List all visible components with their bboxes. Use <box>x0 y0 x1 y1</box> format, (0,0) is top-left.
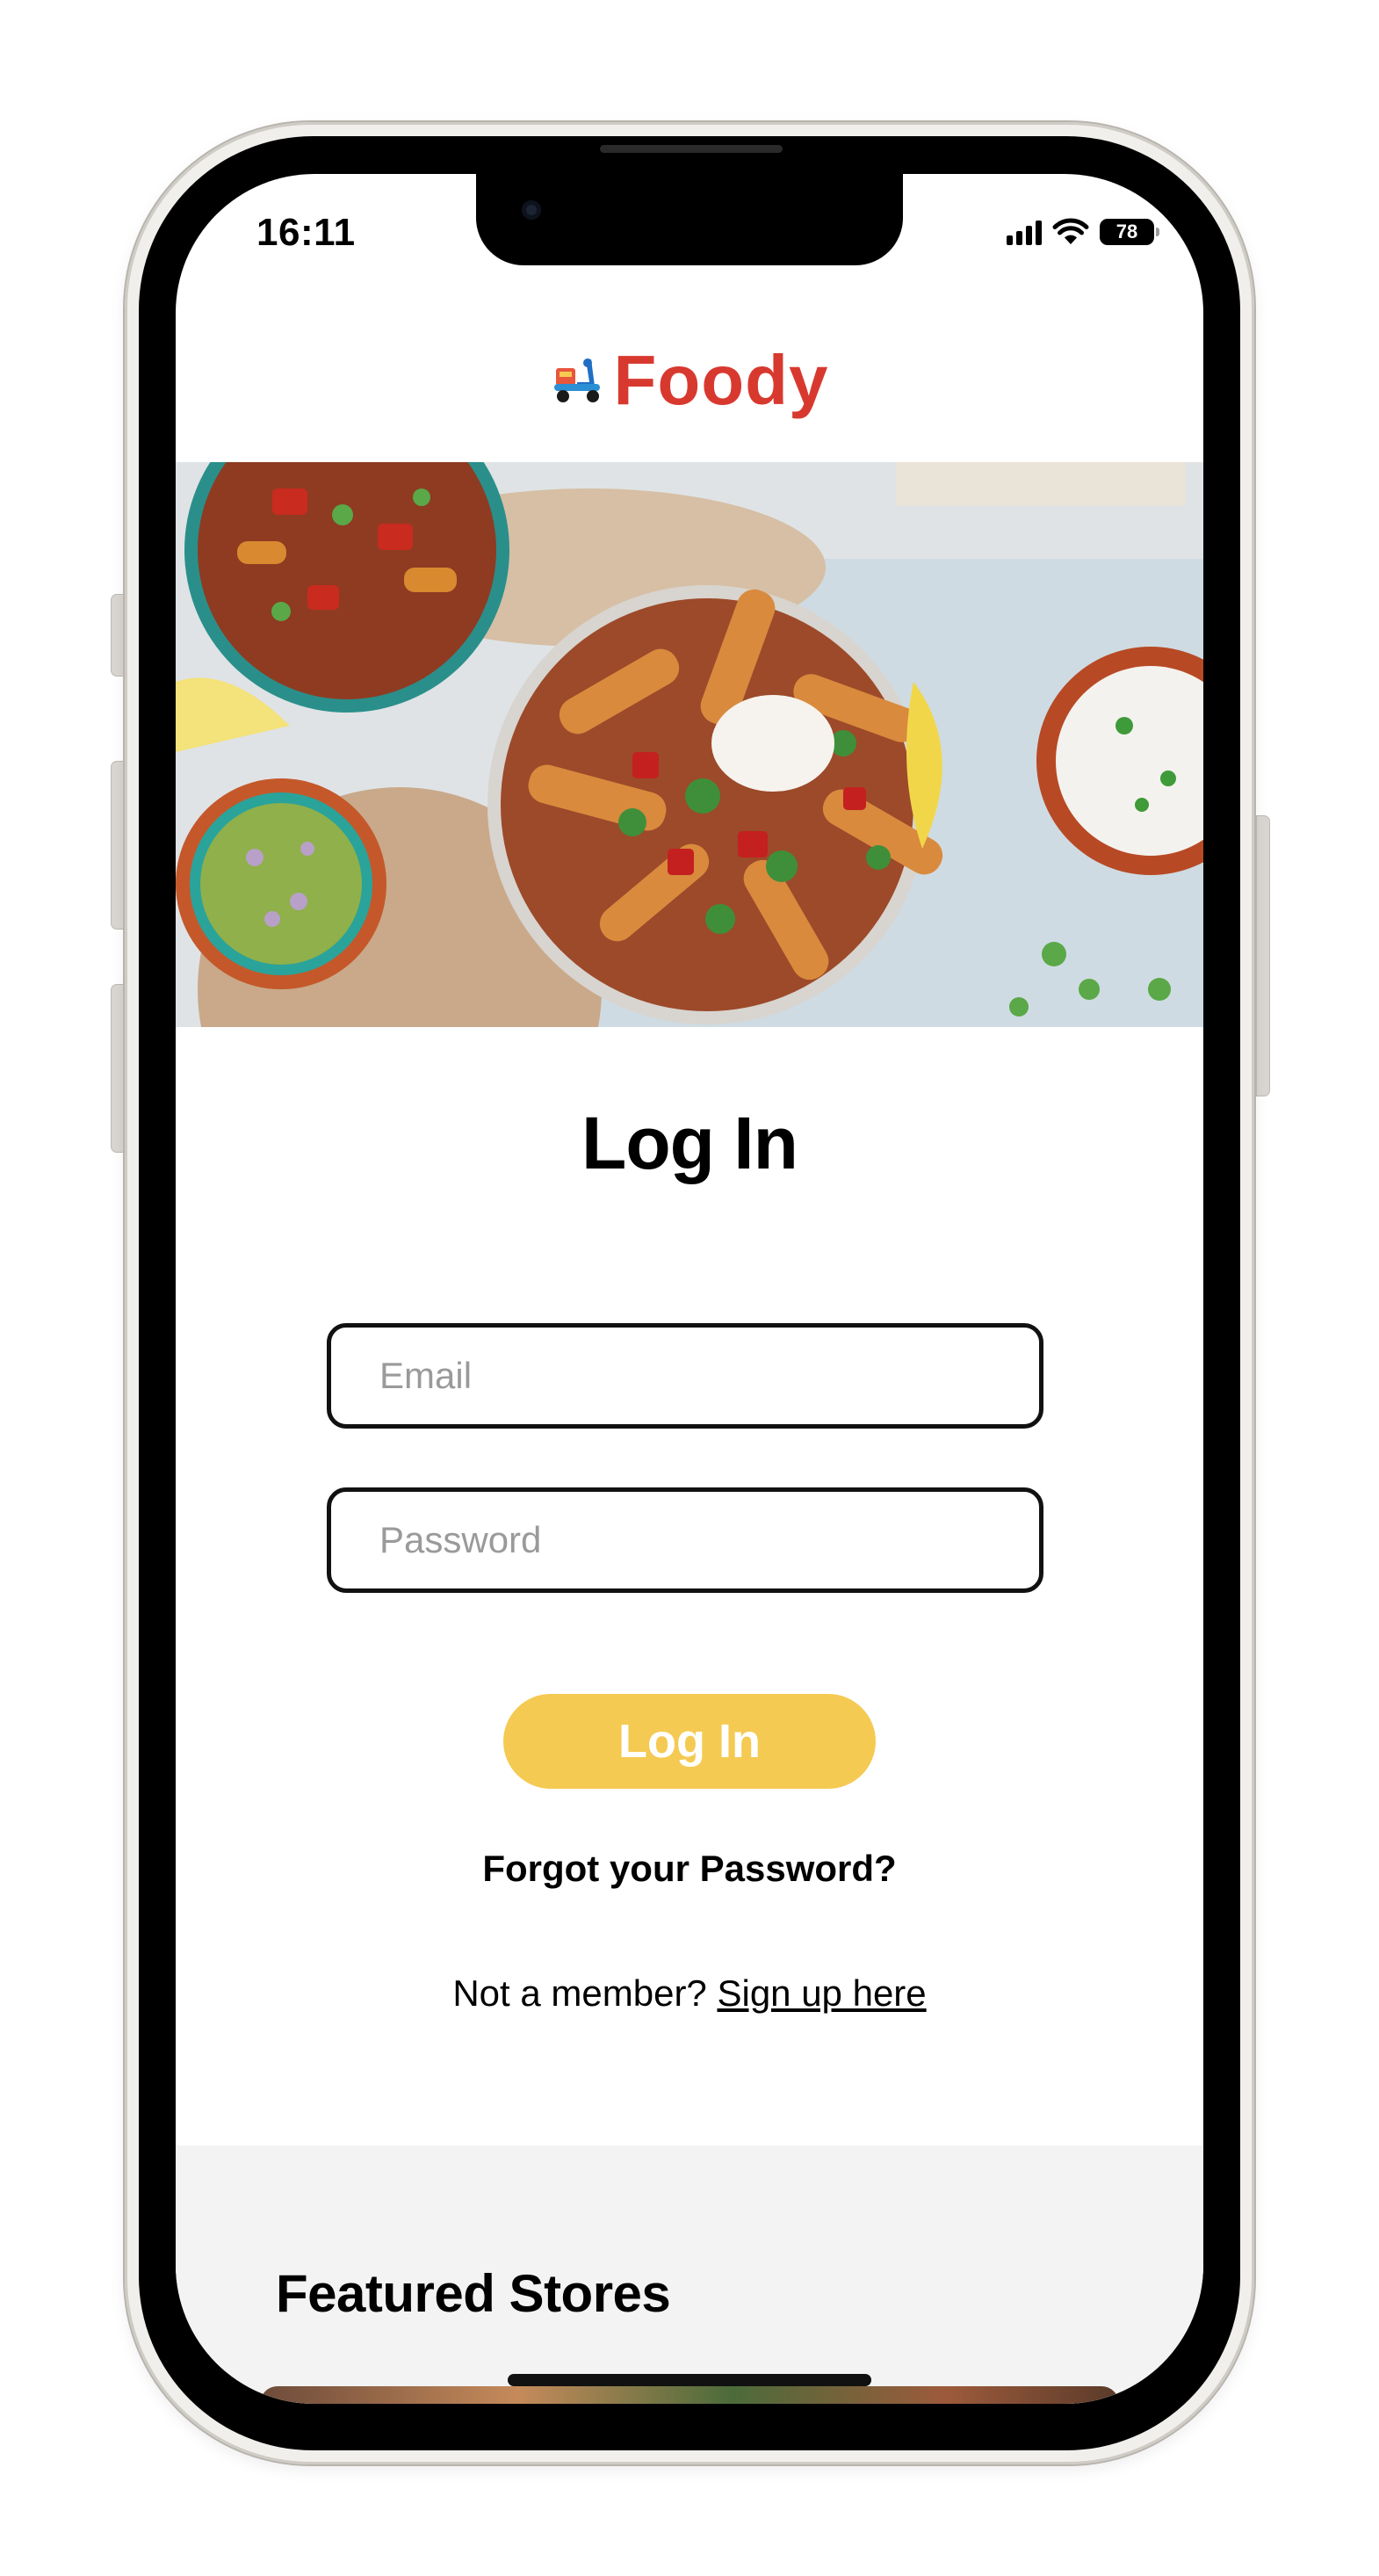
power-button <box>1256 815 1270 1096</box>
volume-down-button <box>111 984 125 1153</box>
status-time: 16:11 <box>256 211 356 254</box>
featured-stores-section: Featured Stores <box>176 2145 1203 2404</box>
signup-link[interactable]: Sign up here <box>717 1972 926 2014</box>
email-field[interactable] <box>327 1323 1043 1429</box>
signal-icon <box>1007 219 1042 245</box>
wifi-icon <box>1052 218 1089 244</box>
signup-prompt-text: Not a member? <box>452 1972 707 2014</box>
silent-switch <box>111 594 125 677</box>
status-icons: 78 <box>1007 216 1159 248</box>
hero-food-image <box>176 462 1203 1027</box>
battery-icon: 78 <box>1100 219 1159 245</box>
login-title: Log In <box>581 1102 798 1184</box>
password-field[interactable] <box>327 1487 1043 1593</box>
forgot-password-link[interactable]: Forgot your Password? <box>176 1848 1203 1890</box>
email-input[interactable] <box>331 1328 1039 1424</box>
app-screen: 16:11 78 Foody Log In Email Log In Forgo… <box>176 174 1203 2404</box>
login-button[interactable]: Log In <box>503 1694 876 1789</box>
earpiece-speaker <box>600 145 783 153</box>
scooter-logo-icon <box>553 358 600 402</box>
volume-up-button <box>111 761 125 930</box>
brand-logo: Foody <box>176 341 1203 420</box>
front-camera-icon <box>522 200 541 220</box>
signup-prompt: Not a member? Sign up here <box>176 1972 1203 2015</box>
password-input[interactable] <box>331 1492 1039 1588</box>
notch <box>476 174 903 265</box>
brand-name: Foody <box>613 341 829 419</box>
home-indicator[interactable] <box>508 2374 871 2386</box>
store-card-preview[interactable] <box>260 2386 1119 2404</box>
featured-stores-title: Featured Stores <box>276 2264 671 2323</box>
